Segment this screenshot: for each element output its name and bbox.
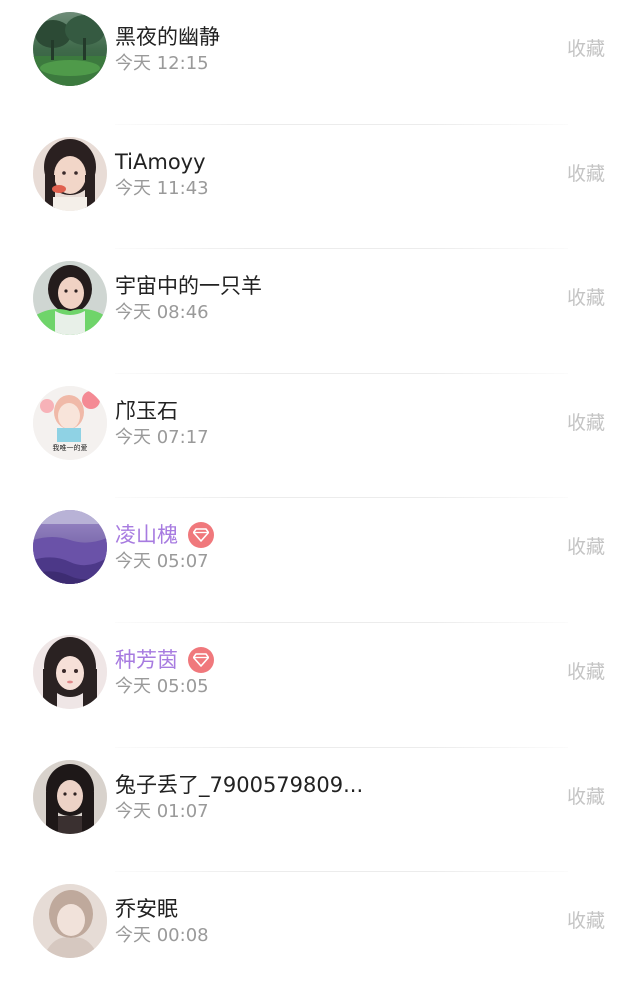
- name-row: 种芳茵: [115, 645, 214, 675]
- list-item[interactable]: 种芳茵 今天 05:05 收藏: [0, 623, 640, 748]
- lavender-field-icon: [33, 510, 107, 585]
- avatar[interactable]: [33, 261, 107, 336]
- list-item[interactable]: 兔子丢了_7900579809... 今天 01:07 收藏: [0, 748, 640, 873]
- avatar[interactable]: [33, 510, 107, 585]
- collect-button[interactable]: 收藏: [567, 907, 605, 935]
- girl-dark-portrait-icon: [33, 759, 107, 834]
- timestamp: 今天 07:17: [115, 426, 209, 448]
- user-name[interactable]: 宇宙中的一只羊: [115, 271, 262, 301]
- collect-button[interactable]: 收藏: [567, 409, 605, 437]
- timestamp: 今天 01:07: [115, 800, 209, 822]
- collect-button[interactable]: 收藏: [567, 533, 605, 561]
- collect-button[interactable]: 收藏: [567, 160, 605, 188]
- avatar[interactable]: [33, 136, 107, 211]
- girl-green-jacket-icon: [33, 261, 107, 336]
- name-row: TiAmoyy: [115, 147, 206, 177]
- girl-portrait-icon: [33, 136, 107, 211]
- avatar[interactable]: [33, 12, 107, 86]
- name-row: 兔子丢了_7900579809...: [115, 770, 363, 800]
- collect-button[interactable]: 收藏: [567, 284, 605, 312]
- timestamp: 今天 11:43: [115, 177, 209, 199]
- name-row: 凌山槐: [115, 520, 214, 550]
- avatar[interactable]: [33, 759, 107, 834]
- girl-pink-balloons-icon: 我唯一的爱: [33, 385, 107, 460]
- timestamp: 今天 08:46: [115, 302, 209, 324]
- girl-pale-portrait-icon: [33, 884, 107, 959]
- user-list: 黑夜的幽静 今天 12:15 收藏 TiAmoyy 今天 11:43 收藏 宇宙…: [0, 0, 640, 997]
- avatar-caption: 我唯一的爱: [53, 443, 88, 452]
- list-item[interactable]: 我唯一的爱 邝玉石 今天 07:17 收藏: [0, 374, 640, 499]
- collect-button[interactable]: 收藏: [567, 783, 605, 811]
- list-item[interactable]: 宇宙中的一只羊 今天 08:46 收藏: [0, 249, 640, 374]
- timestamp: 今天 12:15: [115, 53, 209, 74]
- collect-button[interactable]: 收藏: [567, 658, 605, 686]
- timestamp: 今天 05:05: [115, 675, 209, 697]
- collect-button[interactable]: 收藏: [567, 35, 605, 63]
- avatar[interactable]: 我唯一的爱: [33, 385, 107, 460]
- forest-photo-icon: [33, 12, 107, 86]
- user-name[interactable]: 黑夜的幽静: [115, 22, 220, 52]
- list-item[interactable]: 乔安眠 今天 00:08 收藏: [0, 872, 640, 997]
- timestamp: 今天 05:07: [115, 551, 209, 573]
- list-item[interactable]: 黑夜的幽静 今天 12:15 收藏: [0, 0, 640, 125]
- user-name[interactable]: 乔安眠: [115, 894, 178, 924]
- name-row: 宇宙中的一只羊: [115, 271, 262, 301]
- name-row: 乔安眠: [115, 894, 178, 924]
- user-name[interactable]: 邝玉石: [115, 396, 178, 426]
- girl-long-hair-icon: [33, 634, 107, 709]
- timestamp: 今天 00:08: [115, 925, 209, 947]
- vip-diamond-icon: [188, 522, 214, 549]
- user-name[interactable]: 凌山槐: [115, 520, 178, 550]
- avatar[interactable]: [33, 634, 107, 709]
- user-name[interactable]: TiAmoyy: [115, 147, 206, 177]
- list-item[interactable]: TiAmoyy 今天 11:43 收藏: [0, 125, 640, 250]
- name-row: 黑夜的幽静: [115, 22, 220, 52]
- name-row: 邝玉石: [115, 396, 178, 426]
- user-name[interactable]: 种芳茵: [115, 645, 178, 675]
- user-name[interactable]: 兔子丢了_7900579809...: [115, 770, 363, 800]
- vip-diamond-icon: [188, 646, 214, 673]
- list-item[interactable]: 凌山槐 今天 05:07 收藏: [0, 498, 640, 623]
- avatar[interactable]: [33, 884, 107, 959]
